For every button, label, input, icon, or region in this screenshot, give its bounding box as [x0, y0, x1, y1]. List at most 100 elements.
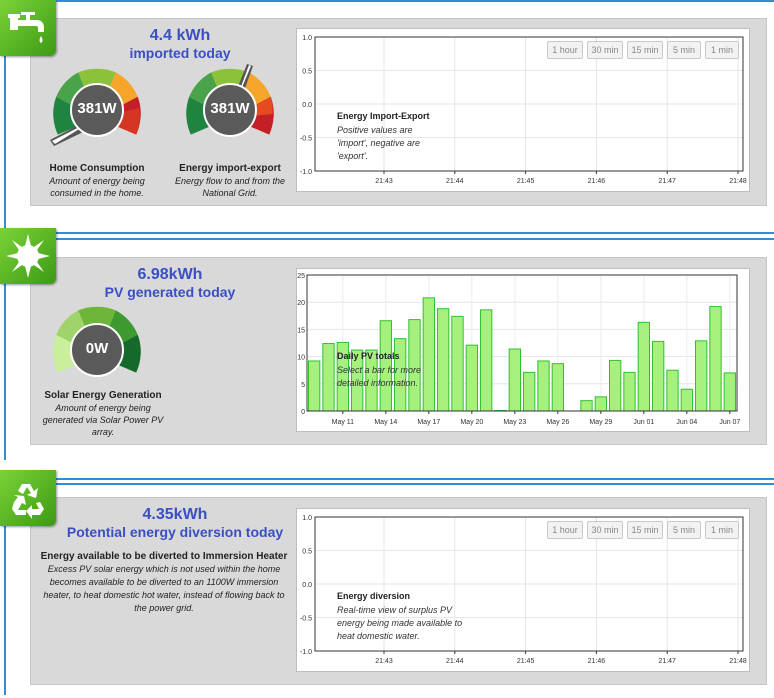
- desc-line: Select a bar for more: [337, 365, 422, 375]
- import-export-gauge: 381W: [175, 56, 285, 156]
- bar: [308, 360, 321, 412]
- range-1-hour-button[interactable]: 1 hour: [547, 521, 583, 539]
- x-tick-label: 21:43: [375, 658, 393, 665]
- range-5-min-button[interactable]: 5 min: [667, 521, 701, 539]
- daily-pv-chart[interactable]: 25 20 15 10 5 0 May 11 May 14 May 17 May 20 May 23…: [296, 268, 750, 432]
- bar: [623, 371, 636, 412]
- range-1-min-button[interactable]: 1 min: [705, 521, 739, 539]
- range-30-min-button[interactable]: 30 min: [587, 521, 623, 539]
- bar: [594, 396, 607, 412]
- home-consumption-value: 381W: [77, 100, 117, 117]
- x-tick-label: 21:47: [658, 658, 676, 665]
- x-tick-label: May 17: [417, 419, 440, 426]
- y-tick-label: -1.0: [300, 649, 312, 656]
- x-tick-label: 21:47: [658, 178, 676, 185]
- diversion-chart-title: Energy diversion: [337, 591, 411, 601]
- range-30-min-button[interactable]: 30 min: [587, 41, 623, 59]
- daily-pv-chart-title: Daily PV totals: [337, 351, 400, 361]
- daily-pv-chart-desc: Select a bar for more detailed informati…: [337, 364, 421, 390]
- diversion-label: Potential energy diversion today: [66, 524, 284, 540]
- y-tick-label: 1.0: [302, 35, 312, 42]
- x-tick-label: 21:46: [588, 658, 606, 665]
- solar-generation-title: Solar Energy Generation: [44, 390, 162, 401]
- y-tick-label: 5: [301, 382, 305, 389]
- x-tick-label: 21:45: [517, 658, 535, 665]
- y-tick-label: 25: [297, 273, 305, 280]
- desc-line: energy being made available to: [337, 618, 463, 628]
- x-tick-label: 21:43: [375, 178, 393, 185]
- x-tick-label: 21:48: [729, 658, 747, 665]
- pv-generated-value: 6.98kWh: [137, 266, 203, 283]
- section-divider: [4, 232, 774, 234]
- desc-line: 'import', negative are: [337, 138, 420, 148]
- bar: [551, 363, 565, 412]
- desc-line: Positive values are: [337, 125, 413, 135]
- bar: [680, 388, 693, 412]
- bar: [709, 306, 722, 412]
- import-export-value: 381W: [210, 100, 250, 117]
- import-export-title: Energy import-export: [179, 163, 281, 174]
- x-tick-label: 21:44: [446, 658, 464, 665]
- bar: [637, 321, 650, 412]
- desc-line: detailed information.: [337, 378, 419, 388]
- imported-today-value: 4.4 kWh: [149, 27, 211, 44]
- bar: [480, 309, 493, 412]
- range-1-hour-button[interactable]: 1 hour: [547, 41, 583, 59]
- x-tick-label: 21:46: [588, 178, 606, 185]
- import-export-desc: Energy flow to and from the National Gri…: [174, 176, 286, 198]
- sun-icon: [0, 228, 56, 284]
- bar: [451, 315, 464, 412]
- bar: [508, 348, 522, 412]
- diversion-value: 4.35kWh: [142, 506, 208, 523]
- bar: [537, 360, 550, 412]
- bar: [652, 340, 665, 412]
- import-export-chart-desc: Positive values are 'import', negative a…: [337, 124, 420, 163]
- range-5-min-button[interactable]: 5 min: [667, 41, 701, 59]
- diversion-text-title: Energy available to be diverted to Immer…: [40, 551, 288, 562]
- desc-line: heat domestic water.: [337, 631, 420, 641]
- bar: [322, 343, 335, 412]
- import-export-chart-title: Energy Import-Export: [337, 111, 430, 121]
- bar: [580, 400, 593, 412]
- solar-generation-value: 0W: [85, 340, 109, 357]
- home-consumption-title: Home Consumption: [49, 163, 145, 174]
- diversion-chart[interactable]: 1.0 0.5 0.0 -0.5 -1.0 21:43 21:44 21:45 21:46 21:…: [296, 508, 750, 672]
- y-tick-label: -0.5: [300, 136, 312, 143]
- desc-line: Real-time view of surplus PV: [337, 605, 453, 615]
- home-consumption-caption: Home Consumption Amount of energy being …: [40, 163, 154, 199]
- import-export-caption: Energy import-export Energy flow to and …: [166, 163, 294, 199]
- x-tick-label: 21:44: [446, 178, 464, 185]
- solar-generation-desc: Amount of energy being generated via Sol…: [42, 403, 164, 437]
- solar-generation-caption: Solar Energy Generation Amount of energy…: [40, 390, 166, 438]
- y-tick-label: 10: [297, 355, 305, 362]
- diversion-text-desc: Excess PV solar energy which is not used…: [43, 564, 285, 613]
- x-tick-label: Jun 07: [719, 419, 740, 426]
- x-tick-label: 21:48: [729, 178, 747, 185]
- import-export-chart[interactable]: 1.0 0.5 0.0 -0.5 -1.0 21:43 21:44 21:45 21:46 21:…: [296, 28, 750, 192]
- bar: [422, 297, 435, 412]
- home-consumption-gauge: 381W: [42, 56, 152, 156]
- y-tick-label: -0.5: [300, 616, 312, 623]
- bar: [465, 344, 479, 412]
- y-tick-label: -1.0: [300, 169, 312, 176]
- y-tick-label: 0: [301, 409, 305, 416]
- range-15-min-button[interactable]: 15 min: [627, 41, 663, 59]
- recycle-icon: [0, 470, 56, 526]
- section-divider: [4, 478, 774, 480]
- range-15-min-button[interactable]: 15 min: [627, 521, 663, 539]
- x-tick-label: May 11: [332, 419, 355, 426]
- water-tap-icon: [0, 0, 56, 56]
- bar: [666, 369, 679, 412]
- x-tick-label: May 29: [589, 419, 612, 426]
- bar: [437, 308, 450, 412]
- bar: [695, 340, 708, 412]
- y-tick-label: 1.0: [302, 515, 312, 522]
- x-tick-label: May 20: [460, 419, 483, 426]
- y-tick-label: 0.5: [302, 549, 312, 556]
- range-1-min-button[interactable]: 1 min: [705, 41, 739, 59]
- y-tick-label: 0.5: [302, 69, 312, 76]
- bar: [523, 371, 536, 412]
- bar: [609, 359, 622, 412]
- y-tick-label: 0.0: [302, 102, 312, 109]
- y-tick-label: 0.0: [302, 582, 312, 589]
